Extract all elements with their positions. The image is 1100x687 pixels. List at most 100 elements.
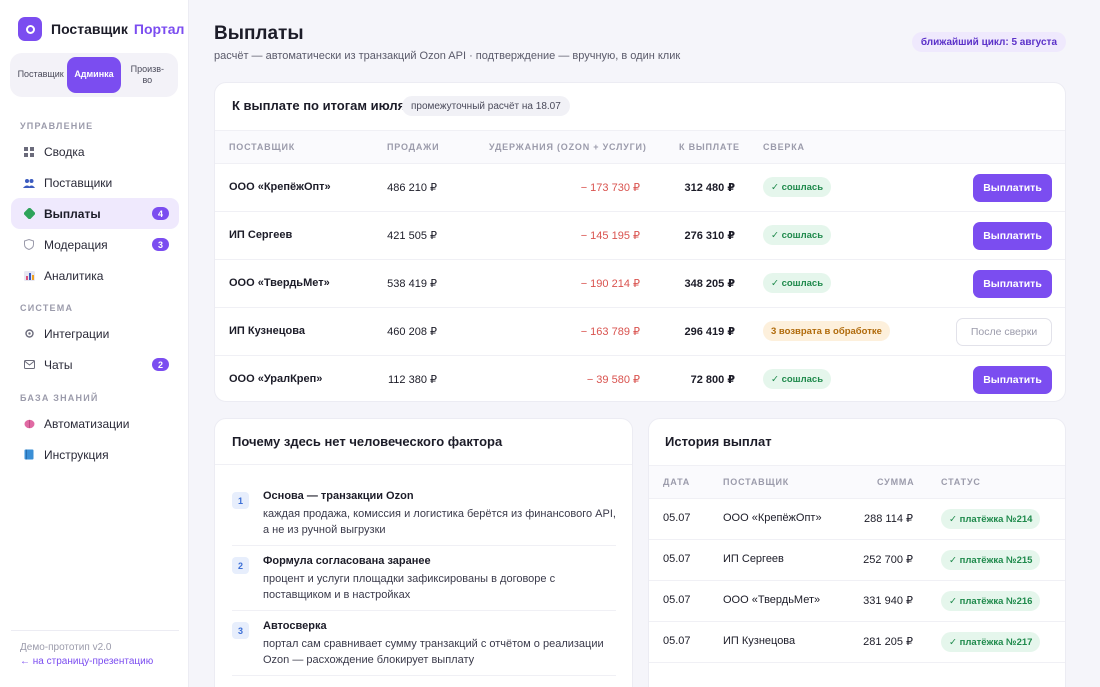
sidebar-item-label: Автоматизации [44,416,130,431]
col-payout: К ВЫПЛАТЕ [679,142,740,152]
sidebar-item-label: Чаты [44,357,73,372]
payment-amount: 281 205 ₽ [863,636,913,648]
payout-amount: 348 205 ₽ [684,278,735,290]
payout-amount: 296 419 ₽ [684,326,735,338]
table-row: ООО «УралКреп» 112 380 ₽ − 39 580 ₽ 72 8… [215,356,1065,401]
brand[interactable]: Поставщик Портал [18,17,184,41]
status-badge[interactable]: ✓ платёжка №217 [941,632,1041,652]
sidebar-item-label: Интеграции [44,326,110,341]
col-amount: СУММА [877,477,915,487]
table-row: 05.07 ИП Кузнецова 281 205 ₽ ✓ платёжка … [649,622,1065,663]
after-reconciliation-button[interactable]: После сверки [956,318,1052,346]
history-card: История выплат ДАТА ПОСТАВЩИК СУММА СТАТ… [648,418,1066,687]
payout-table-header: ПОСТАВЩИК ПРОДАЖИ УДЕРЖАНИЯ (OZON + УСЛУ… [215,130,1065,164]
pay-button[interactable]: Выплатить [973,270,1052,298]
payout-amount: 312 480 ₽ [684,182,735,194]
sidebar-item-moderation[interactable]: Модерация 3 [11,229,179,260]
chats-badge: 2 [152,358,169,371]
payment-date: 05.07 [663,594,691,606]
table-row: ИП Сергеев 421 505 ₽ − 145 195 ₽ 276 310… [215,212,1065,260]
why-item-text: каждая продажа, комиссия и логистика бер… [263,508,616,536]
nav-section-system: СИСТЕМА [20,303,74,313]
col-supplier: ПОСТАВЩИК [229,142,296,152]
role-switch: Поставщик Админка Произв-во [10,53,178,97]
sales-amount: 486 210 ₽ [387,182,437,194]
status-badge: ✓ сошлась [763,273,832,293]
mail-icon [23,359,35,371]
payout-card: К выплате по итогам июля промежуточный р… [214,82,1066,402]
payment-date: 05.07 [663,553,691,565]
history-table-header: ДАТА ПОСТАВЩИК СУММА СТАТУС [649,465,1065,499]
sidebar-item-chats[interactable]: Чаты 2 [11,349,179,380]
people-icon [23,177,35,189]
page-title: Выплаты [214,23,304,44]
col-status: СТАТУС [941,477,981,487]
pay-button[interactable]: Выплатить [973,174,1052,202]
col-supplier: ПОСТАВЩИК [723,477,790,487]
why-item-text: процент и услуги площадки зафиксированы … [263,573,556,601]
table-row: 05.07 ООО «КрепёжОпт» 288 114 ₽ ✓ платёж… [649,499,1065,540]
money-icon [23,208,35,220]
payment-amount: 331 940 ₽ [863,595,913,607]
calc-note-badge: промежуточный расчёт на 18.07 [402,96,570,116]
nav-section-manage: УПРАВЛЕНИЕ [20,121,94,131]
deduction-amount: − 173 730 ₽ [580,182,640,194]
pay-button[interactable]: Выплатить [973,222,1052,250]
supplier-name: ООО «КрепёжОпт» [229,181,331,193]
deduction-amount: − 163 789 ₽ [580,326,640,338]
status-badge: ✓ сошлась [763,177,832,197]
shield-icon [23,239,35,251]
chart-icon [23,270,35,282]
supplier-name: ООО «КрепёжОпт» [723,512,822,524]
table-row: ООО «ТвердьМет» 538 419 ₽ − 190 214 ₽ 34… [215,260,1065,308]
sidebar-footer: Демо-прототип v2.0 ← на страницу-презент… [11,630,179,667]
next-cycle-badge: ближайший цикл: 5 августа [911,32,1066,52]
sidebar-item-summary[interactable]: Сводка [11,136,179,167]
why-card-header: Почему здесь нет человеческого фактора [215,419,632,465]
supplier-name: ООО «ТвердьМет» [229,277,330,289]
role-admin[interactable]: Админка [67,57,121,93]
status-badge[interactable]: ✓ платёжка №215 [941,550,1041,570]
supplier-name: ИП Кузнецова [229,325,306,337]
sidebar-item-suppliers[interactable]: Поставщики [11,167,179,198]
presentation-link[interactable]: ← на страницу-презентацию [20,656,170,667]
table-row: 05.07 ООО «ТвердьМет» 331 940 ₽ ✓ платёж… [649,581,1065,622]
payment-amount: 252 700 ₽ [863,554,913,566]
status-badge: ✓ сошлась [763,225,832,245]
role-production[interactable]: Произв-во [121,57,174,93]
deduction-amount: − 39 580 ₽ [586,374,640,386]
sidebar-item-label: Модерация [44,237,108,252]
history-card-header: История выплат [649,419,1065,465]
sidebar-item-label: Выплаты [44,206,101,221]
deduction-amount: − 190 214 ₽ [580,278,640,290]
sidebar-item-guide[interactable]: Инструкция [11,439,179,470]
history-card-title: История выплат [665,434,772,449]
brand-accent: Портал [133,21,185,37]
divider [232,675,616,676]
supplier-name: ИП Кузнецова [723,635,796,647]
sidebar-item-payouts[interactable]: Выплаты 4 [11,198,179,229]
sales-amount: 112 380 ₽ [387,374,437,386]
sidebar-item-label: Поставщики [44,175,113,190]
sidebar: Поставщик Портал Поставщик Админка Произ… [0,0,189,687]
grid-icon [23,146,35,158]
sidebar-item-automations[interactable]: Автоматизации [11,408,179,439]
col-deductions: УДЕРЖАНИЯ (OZON + УСЛУГИ) [489,142,647,152]
role-supplier[interactable]: Поставщик [14,57,67,93]
status-badge[interactable]: ✓ платёжка №214 [941,509,1041,529]
col-reconciliation: СВЕРКА [763,142,805,152]
payment-amount: 288 114 ₽ [863,513,913,525]
status-badge: ✓ сошлась [763,369,832,389]
pay-button[interactable]: Выплатить [973,366,1052,394]
status-badge[interactable]: ✓ платёжка №216 [941,591,1041,611]
gear-icon [23,328,35,340]
supplier-name: ООО «УралКреп» [229,373,323,385]
supplier-name: ИП Сергеев [723,553,784,565]
sidebar-item-analytics[interactable]: Аналитика [11,260,179,291]
col-sales: ПРОДАЖИ [387,142,440,152]
why-item-title: Основа — транзакции Ozon [263,490,414,502]
table-row: 05.07 ИП Сергеев 252 700 ₽ ✓ платёжка №2… [649,540,1065,581]
number-3-icon: 3 [232,622,249,639]
sidebar-item-integrations[interactable]: Интеграции [11,318,179,349]
number-2-icon: 2 [232,557,249,574]
